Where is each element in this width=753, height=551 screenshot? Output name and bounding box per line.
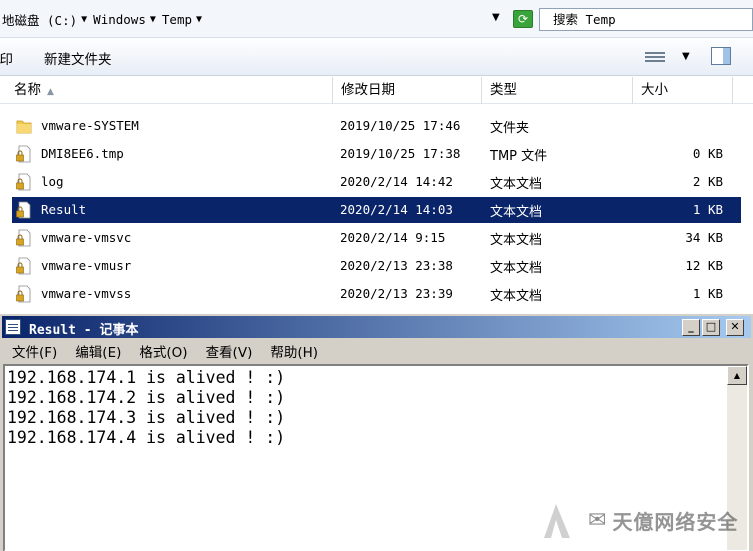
file-locked-icon (16, 285, 31, 303)
file-type: 文本文档 (490, 261, 543, 276)
column-header-name[interactable]: 名称 ▲ (0, 77, 333, 104)
file-locked-icon (16, 145, 31, 163)
breadcrumb-temp[interactable]: Temp (160, 12, 194, 27)
minimize-button[interactable]: _ (682, 319, 700, 336)
file-list: vmware-SYSTEM 2019/10/25 17:46 文件夹 DMI8E… (0, 112, 753, 308)
file-size: 1 KB (692, 286, 723, 301)
column-header-size[interactable]: 大小 (633, 77, 733, 104)
breadcrumb-windows[interactable]: Windows (91, 12, 148, 27)
file-locked-icon (16, 229, 31, 247)
breadcrumb[interactable]: 地磁盘 (C:) ▼ Windows ▼ Temp ▼ (0, 9, 206, 29)
wechat-icon: ✉ (588, 507, 607, 533)
notepad-app-icon[interactable] (5, 319, 21, 335)
file-date: 2019/10/25 17:38 (340, 146, 461, 161)
close-button[interactable]: ✕ (726, 319, 744, 336)
file-name: vmware-SYSTEM (41, 118, 139, 133)
column-header-row: 名称 ▲ 修改日期 类型 大小 (0, 77, 753, 104)
text-line: 192.168.174.3 is alived ! :) (7, 408, 286, 427)
breadcrumb-drive[interactable]: 地磁盘 (C:) (0, 10, 79, 29)
menu-bar: 文件(F) 编辑(E) 格式(O) 查看(V) 帮助(H) (2, 339, 751, 363)
sort-ascending-icon: ▲ (47, 87, 54, 97)
menu-edit[interactable]: 编辑(E) (66, 341, 130, 361)
preview-pane-icon[interactable] (711, 47, 731, 65)
file-size: 34 KB (685, 230, 723, 245)
text-line: 192.168.174.1 is alived ! :) (7, 368, 286, 387)
text-line: 192.168.174.2 is alived ! :) (7, 388, 286, 407)
file-row[interactable]: log 2020/2/14 14:42 文本文档 2 KB (0, 168, 753, 196)
window-title: Result - 记事本 (29, 323, 139, 338)
chevron-down-icon[interactable]: ▼ (194, 14, 206, 25)
new-folder-button[interactable]: 新建文件夹 (44, 48, 112, 68)
file-row[interactable]: vmware-vmsvc 2020/2/14 9:15 文本文档 34 KB (0, 224, 753, 252)
explorer-window: 地磁盘 (C:) ▼ Windows ▼ Temp ▼ ▼ ⟳ 搜索 Temp … (0, 0, 753, 310)
file-name: vmware-vmusr (41, 258, 132, 273)
file-size: 0 KB (692, 146, 723, 161)
menu-help[interactable]: 帮助(H) (261, 341, 327, 361)
view-options-dropdown-icon[interactable]: ▼ (682, 51, 690, 62)
file-type: 文本文档 (490, 289, 543, 304)
file-row[interactable]: vmware-SYSTEM 2019/10/25 17:46 文件夹 (0, 112, 753, 140)
chevron-down-icon[interactable]: ▼ (79, 14, 91, 25)
file-type: 文件夹 (490, 121, 530, 136)
file-date: 2020/2/14 14:03 (340, 202, 453, 217)
menu-format[interactable]: 格式(O) (130, 341, 196, 361)
file-date: 2020/2/14 9:15 (340, 230, 446, 245)
notepad-title-bar[interactable]: Result - 记事本 _ □ ✕ (2, 316, 751, 338)
file-name: log (41, 174, 64, 189)
watermark-logo-icon (544, 504, 570, 538)
file-date: 2019/10/25 17:46 (340, 118, 461, 133)
menu-view[interactable]: 查看(V) (197, 341, 262, 361)
file-type: TMP 文件 (490, 149, 548, 164)
watermark-text: 天億网络安全 (612, 509, 739, 534)
file-type: 文本文档 (490, 233, 543, 248)
file-name: vmware-vmsvc (41, 230, 132, 245)
watermark: ✉ 天億网络安全 (540, 498, 738, 542)
file-name: Result (41, 202, 87, 217)
view-details-icon[interactable] (645, 50, 665, 64)
folder-icon (16, 120, 32, 134)
file-locked-icon (16, 201, 31, 219)
maximize-button[interactable]: □ (702, 319, 720, 336)
file-locked-icon (16, 257, 31, 275)
file-row[interactable]: vmware-vmusr 2020/2/13 23:38 文本文档 12 KB (0, 252, 753, 280)
chevron-down-icon[interactable]: ▼ (148, 14, 160, 25)
file-row[interactable]: vmware-vmvss 2020/2/13 23:39 文本文档 1 KB (0, 280, 753, 308)
file-size: 1 KB (692, 202, 723, 217)
file-name: vmware-vmvss (41, 286, 132, 301)
file-name: DMI8EE6.tmp (41, 146, 124, 161)
refresh-icon[interactable]: ⟳ (513, 10, 533, 28)
address-bar: 地磁盘 (C:) ▼ Windows ▼ Temp ▼ ▼ ⟳ 搜索 Temp (0, 0, 753, 38)
text-line: 192.168.174.4 is alived ! :) (7, 428, 286, 447)
search-input[interactable]: 搜索 Temp (539, 8, 753, 31)
address-history-dropdown-icon[interactable]: ▼ (492, 12, 500, 23)
menu-file[interactable]: 文件(F) (2, 341, 66, 361)
file-type: 文本文档 (490, 177, 543, 192)
file-date: 2020/2/14 14:42 (340, 174, 453, 189)
file-row-selected[interactable]: Result 2020/2/14 14:03 文本文档 1 KB (0, 196, 753, 224)
scroll-up-arrow-icon[interactable]: ▲ (727, 366, 747, 385)
file-type: 文本文档 (490, 205, 543, 220)
file-size: 2 KB (692, 174, 723, 189)
print-button[interactable]: 打印 (0, 48, 13, 68)
file-size: 12 KB (685, 258, 723, 273)
document-text[interactable]: 192.168.174.1 is alived ! :) 192.168.174.… (7, 368, 285, 448)
file-locked-icon (16, 173, 31, 191)
column-header-type[interactable]: 类型 (482, 77, 633, 104)
file-date: 2020/2/13 23:39 (340, 286, 453, 301)
file-date: 2020/2/13 23:38 (340, 258, 453, 273)
column-header-date[interactable]: 修改日期 (333, 77, 482, 104)
column-header-name-label: 名称 (14, 82, 41, 98)
file-row[interactable]: DMI8EE6.tmp 2019/10/25 17:38 TMP 文件 0 KB (0, 140, 753, 168)
command-toolbar: 打印 新建文件夹 ▼ (0, 38, 753, 76)
